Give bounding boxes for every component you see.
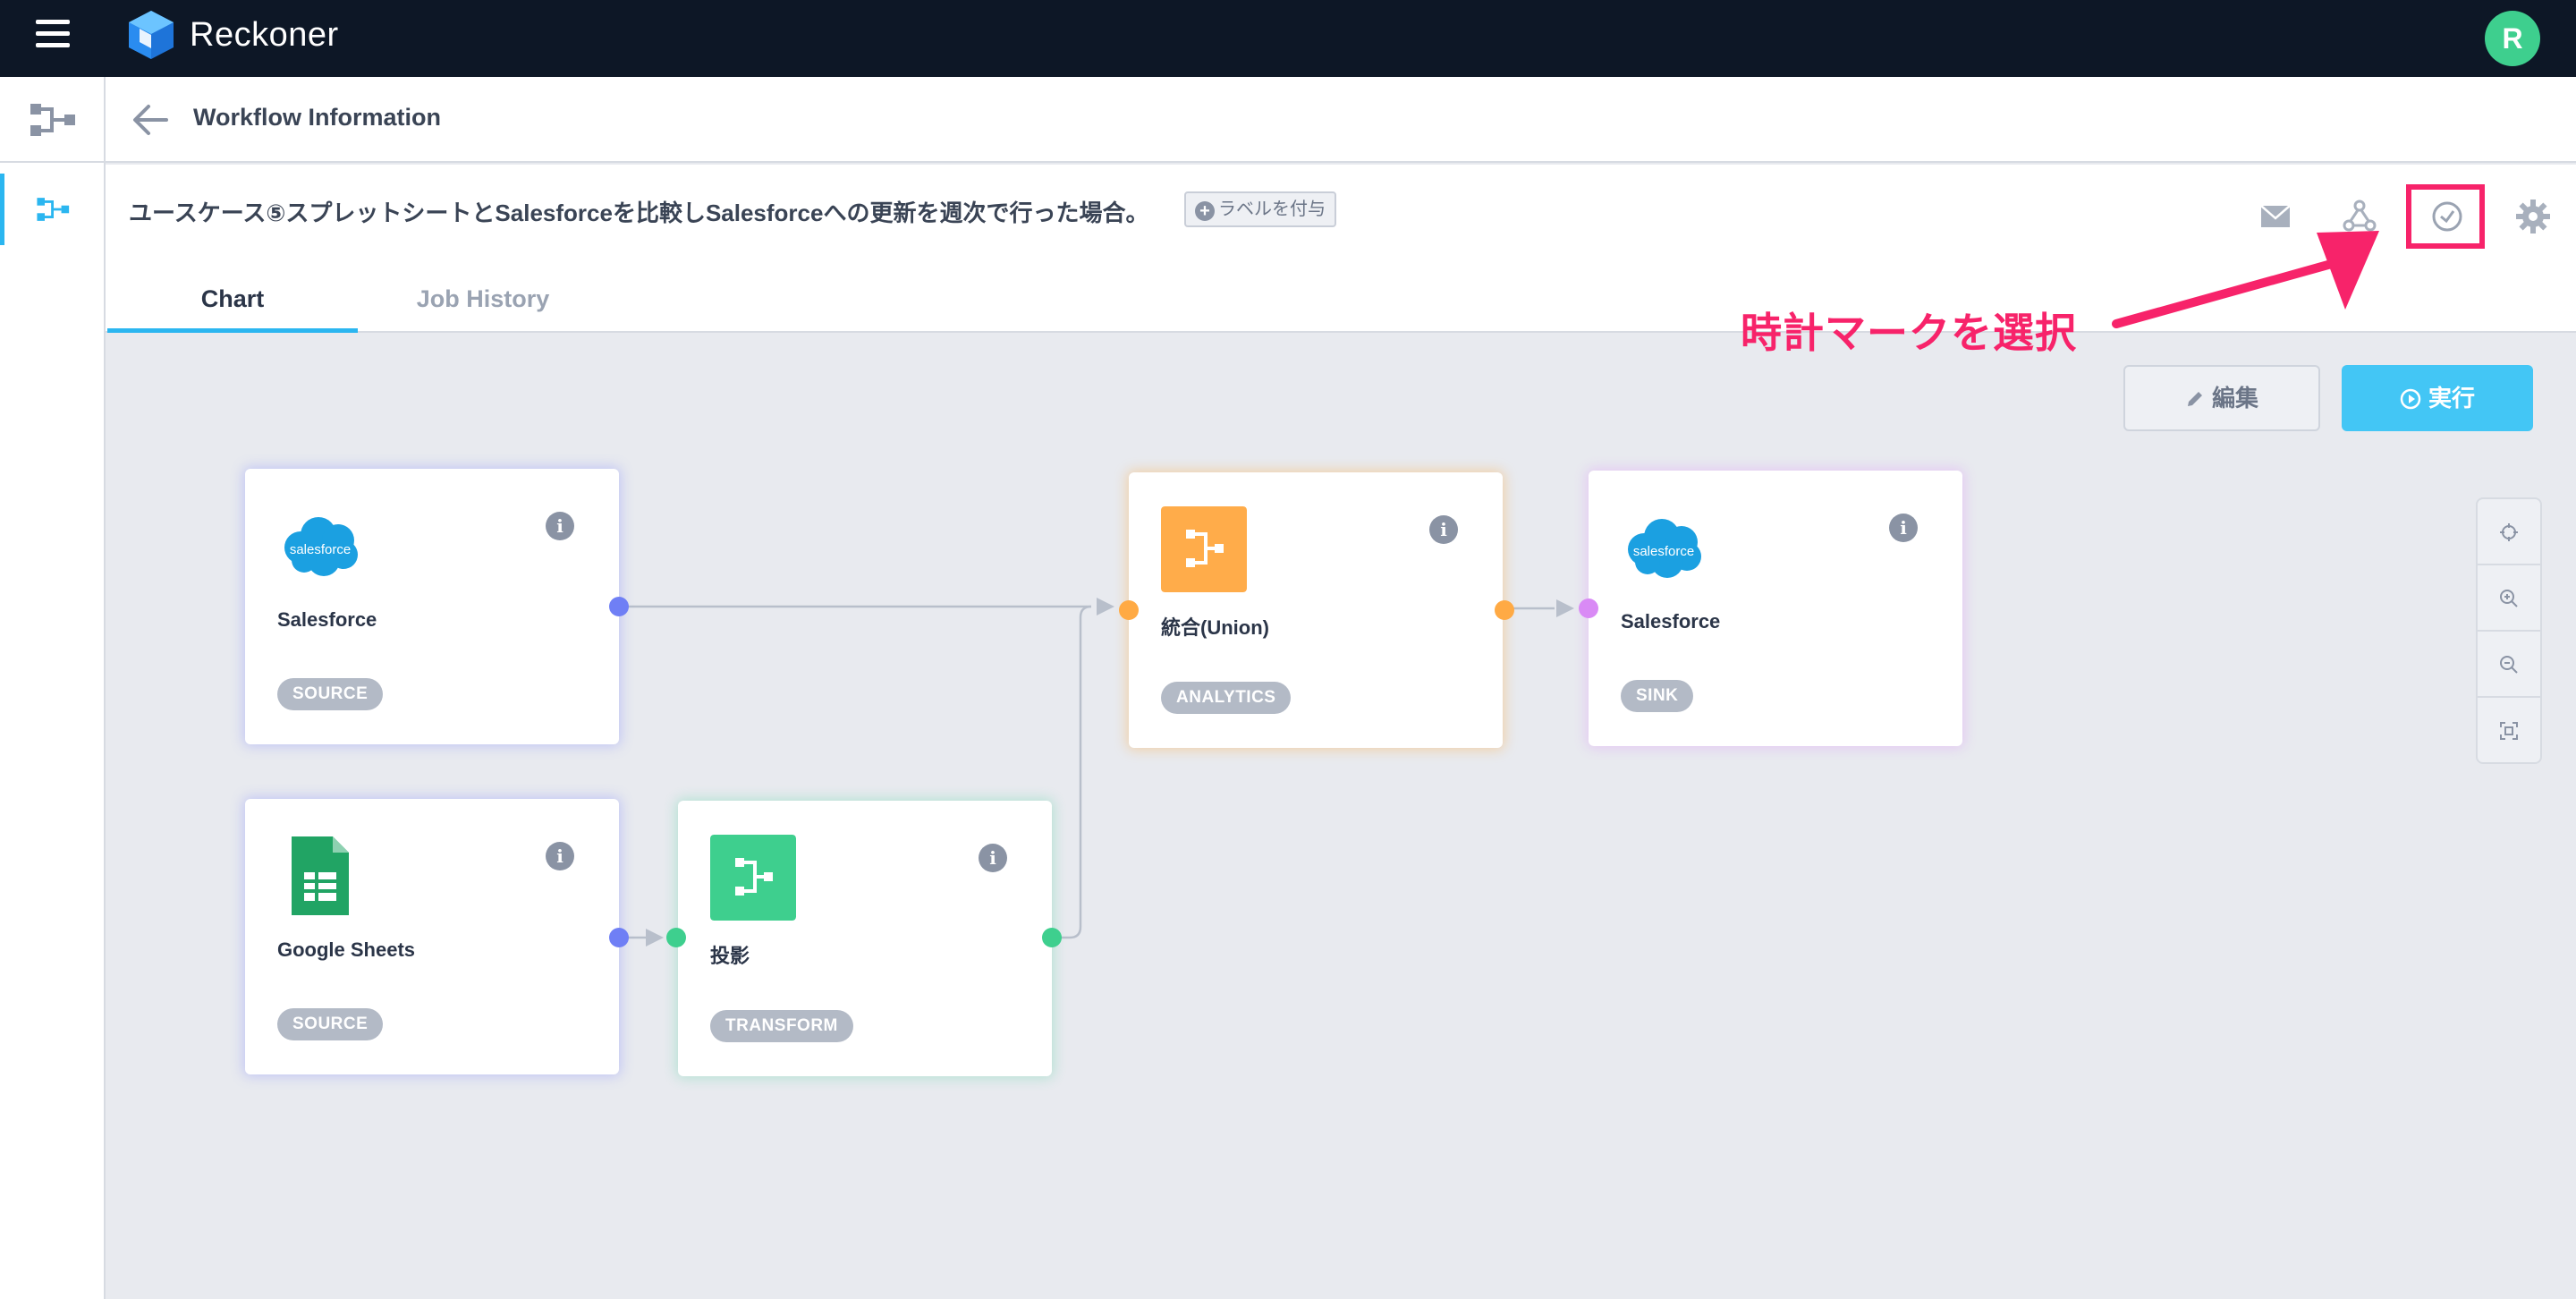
reckoner-logo[interactable] xyxy=(127,9,175,61)
info-icon[interactable]: i xyxy=(1429,515,1458,544)
link-projection-to-union xyxy=(1052,605,1092,939)
annotation-arrow xyxy=(2112,231,2379,328)
node-projection-transform[interactable]: i 投影 TRANSFORM xyxy=(678,801,1052,1076)
add-label-text: ラベルを付与 xyxy=(1218,200,1326,219)
node-type-badge: SOURCE xyxy=(277,1008,384,1040)
gear-icon[interactable] xyxy=(2513,197,2553,236)
node-salesforce-source[interactable]: salesforce i Salesforce SOURCE xyxy=(245,469,619,744)
zoom-out-button[interactable] xyxy=(2478,632,2540,698)
rail-workflows-button[interactable] xyxy=(0,77,106,163)
node-union-analytics[interactable]: i 統合(Union) ANALYTICS xyxy=(1129,472,1503,748)
locate-button[interactable] xyxy=(2478,499,2540,565)
locate-icon xyxy=(2500,523,2518,541)
arrowhead xyxy=(646,929,664,947)
salesforce-logo-text: salesforce xyxy=(1633,544,1694,559)
node-name: Salesforce xyxy=(1621,610,1721,633)
info-icon[interactable]: i xyxy=(546,842,574,870)
plus-icon: + xyxy=(1195,201,1215,221)
pencil-icon xyxy=(2187,392,2202,406)
annotation-text: 時計マークを選択 xyxy=(1741,310,2077,356)
zoom-in-button[interactable] xyxy=(2478,565,2540,632)
run-button[interactable]: 実行 xyxy=(2342,365,2533,431)
node-type-badge: SOURCE xyxy=(277,678,384,710)
zoom-controls xyxy=(2476,497,2542,764)
add-label-button[interactable]: + ラベルを付与 xyxy=(1184,191,1336,227)
back-arrow-icon[interactable] xyxy=(131,100,170,140)
info-icon[interactable]: i xyxy=(546,512,574,540)
run-label: 実行 xyxy=(2428,385,2475,412)
rail-item-workflow[interactable] xyxy=(0,174,106,245)
node-type-badge: ANALYTICS xyxy=(1161,682,1292,714)
brand-name: Reckoner xyxy=(190,16,339,54)
arrowhead xyxy=(1097,598,1114,616)
flow-icon xyxy=(710,835,796,921)
user-avatar[interactable]: R xyxy=(2485,11,2540,66)
zoom-in-icon xyxy=(2500,590,2518,607)
subheader: Workflow Information xyxy=(106,77,2576,163)
hamburger-menu-icon[interactable] xyxy=(36,20,72,55)
left-rail xyxy=(0,77,106,1299)
edit-button[interactable]: 編集 xyxy=(2123,365,2320,431)
zoom-out-icon xyxy=(2500,656,2518,674)
fit-icon xyxy=(2500,722,2518,740)
edit-label: 編集 xyxy=(2211,385,2258,412)
play-icon xyxy=(2400,388,2421,410)
info-icon[interactable]: i xyxy=(979,844,1007,872)
flow-icon xyxy=(37,198,70,221)
node-name: 投影 xyxy=(710,945,750,967)
node-type-badge: TRANSFORM xyxy=(710,1010,853,1042)
node-google-sheets-source[interactable]: i Google Sheets SOURCE xyxy=(245,799,619,1074)
node-type-badge: SINK xyxy=(1621,680,1694,712)
fit-view-button[interactable] xyxy=(2478,698,2540,764)
salesforce-logo-text: salesforce xyxy=(290,542,351,557)
node-salesforce-sink[interactable]: salesforce i Salesforce SINK xyxy=(1589,471,1962,746)
tab-job-history[interactable]: Job History xyxy=(358,283,608,333)
clock-icon[interactable] xyxy=(2428,197,2467,236)
page-title: Workflow Information xyxy=(193,104,441,131)
info-icon[interactable]: i xyxy=(1889,514,1918,542)
node-name: Salesforce xyxy=(277,608,377,631)
node-name: Google Sheets xyxy=(277,938,416,961)
tab-chart[interactable]: Chart xyxy=(107,283,358,333)
arrowhead xyxy=(1556,599,1574,617)
salesforce-icon: salesforce xyxy=(284,517,358,576)
workflow-title: ユースケース⑤スプレットシートとSalesforceを比較しSalesforce… xyxy=(129,200,1149,226)
node-name: 統合(Union) xyxy=(1161,616,1269,639)
active-indicator xyxy=(0,174,4,245)
google-sheets-icon xyxy=(292,836,349,915)
flow-icon xyxy=(30,104,75,136)
salesforce-icon: salesforce xyxy=(1628,519,1701,578)
top-bar: Reckoner R xyxy=(0,0,2576,77)
flow-icon xyxy=(1161,506,1247,592)
